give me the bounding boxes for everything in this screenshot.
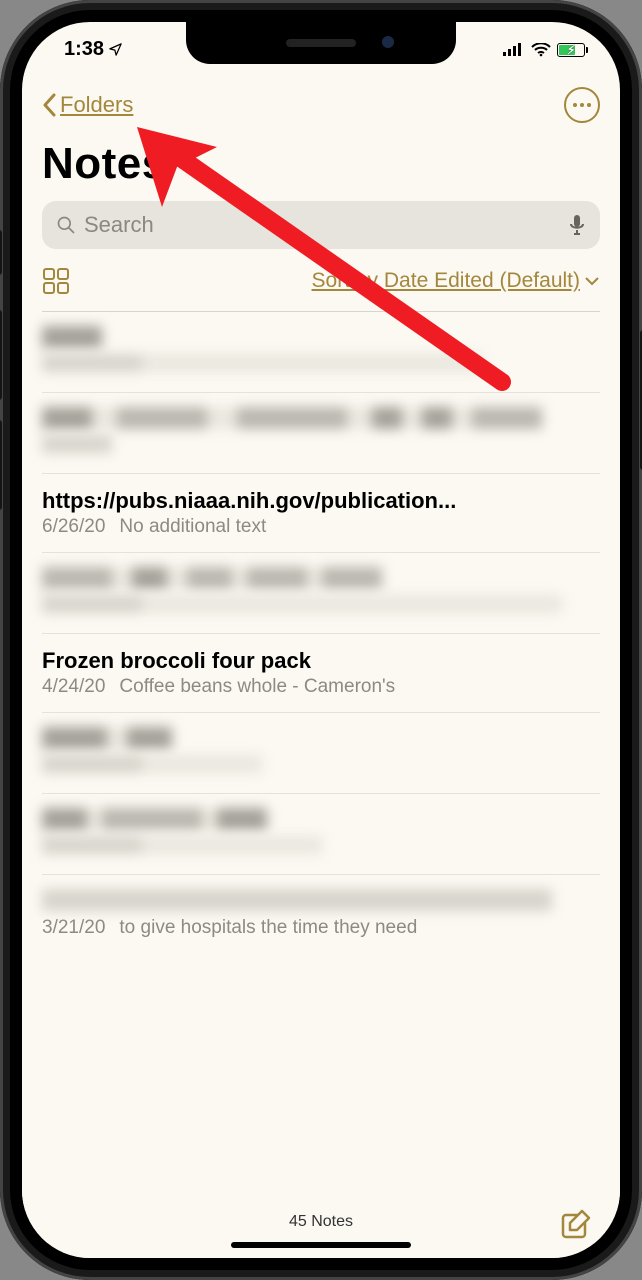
sort-label: Sort by Date Edited (Default) xyxy=(312,269,580,293)
location-icon xyxy=(108,42,123,57)
more-button[interactable] xyxy=(564,87,600,123)
search-field[interactable]: Search xyxy=(42,201,600,249)
battery-icon: ⚡︎ xyxy=(557,43,588,57)
notes-count: 45 Notes xyxy=(289,1213,353,1231)
status-time: 1:38 xyxy=(64,38,123,61)
note-title: Frozen broccoli four pack xyxy=(42,648,600,674)
note-preview: Coffee beans whole - Cameron's xyxy=(119,676,395,697)
sort-button[interactable]: Sort by Date Edited (Default) xyxy=(312,269,600,293)
list-item[interactable]: https://pubs.niaaa.nih.gov/publication..… xyxy=(42,474,600,553)
list-item[interactable] xyxy=(42,553,600,634)
chevron-down-icon xyxy=(584,276,600,286)
page-title: Notes xyxy=(42,139,600,189)
home-indicator[interactable] xyxy=(231,1242,411,1248)
clock: 1:38 xyxy=(64,38,104,61)
back-label: Folders xyxy=(60,92,133,118)
back-button[interactable]: Folders xyxy=(42,92,133,118)
note-title: https://pubs.niaaa.nih.gov/publication..… xyxy=(42,488,600,514)
wifi-icon xyxy=(531,43,551,57)
list-item[interactable] xyxy=(42,393,600,474)
note-preview: No additional text xyxy=(119,516,266,537)
chevron-left-icon xyxy=(42,93,58,117)
note-date: 3/21/20 xyxy=(42,917,105,938)
grid-view-icon[interactable] xyxy=(42,267,70,295)
note-date: 4/24/20 xyxy=(42,676,105,697)
list-item[interactable] xyxy=(42,713,600,794)
notes-list: https://pubs.niaaa.nih.gov/publication..… xyxy=(42,312,600,953)
compose-button[interactable] xyxy=(560,1208,592,1240)
search-placeholder: Search xyxy=(84,212,568,238)
list-item[interactable] xyxy=(42,794,600,875)
search-icon xyxy=(56,215,76,235)
dictation-icon[interactable] xyxy=(568,213,586,237)
note-preview: to give hospitals the time they need xyxy=(119,917,417,938)
note-date: 6/26/20 xyxy=(42,516,105,537)
cellular-icon xyxy=(503,43,525,57)
list-item[interactable] xyxy=(42,312,600,393)
list-item[interactable]: Frozen broccoli four pack 4/24/20 Coffee … xyxy=(42,634,600,713)
list-item[interactable]: 3/21/20 to give hospitals the time they n… xyxy=(42,875,600,953)
